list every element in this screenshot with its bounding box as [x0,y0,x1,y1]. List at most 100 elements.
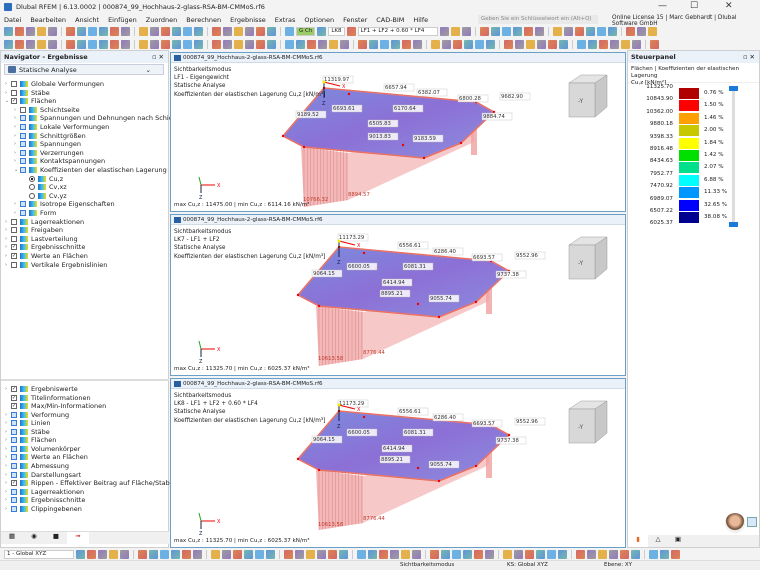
legend-slider-track[interactable] [732,89,735,225]
legend-color-swatch[interactable] [679,174,699,186]
toolbar-tool-icon[interactable] [587,549,596,559]
tab-camera-icon[interactable]: ■ [45,532,67,544]
toolbar-tool-icon[interactable] [296,39,305,49]
legend-toggle-icon[interactable] [747,517,757,527]
status-mode[interactable]: Sichtbarkeitsmodus [400,562,454,568]
toolbar-tool-icon[interactable] [267,26,276,36]
toolbar-tool-icon[interactable] [183,39,192,49]
checkbox[interactable] [11,428,17,435]
toolbar-tool-icon[interactable] [256,39,265,49]
toolbar-tool-icon[interactable] [150,39,159,49]
checkbox[interactable] [11,497,17,504]
toolbar-tool-icon[interactable] [464,39,473,49]
toolbar-tool-icon[interactable] [110,39,119,49]
menu-optionen[interactable]: Optionen [304,16,334,24]
toolbar-tool-icon[interactable] [139,26,148,36]
toolbar-tool-icon[interactable] [194,26,203,36]
tree-item[interactable]: › Clippingebenen [5,505,82,513]
toolbar-tool-icon[interactable] [461,26,471,36]
toolbar-tool-icon[interactable] [574,26,584,36]
toolbar-tool-icon[interactable] [285,39,294,49]
toolbar-tool-icon[interactable] [255,549,264,559]
toolbar-tool-icon[interactable] [475,39,484,49]
checkbox[interactable] [11,411,17,418]
tab-export-icon[interactable]: ▣ [668,535,688,547]
toolbar-tool-icon[interactable] [329,39,338,49]
toolbar-tool-icon[interactable] [358,39,367,49]
toolbar-tool-icon[interactable] [357,549,366,559]
toolbar-tool-icon[interactable] [649,549,658,559]
toolbar-tool-icon[interactable] [138,549,147,559]
toolbar-tool-icon[interactable] [452,549,461,559]
legend-color-swatch[interactable] [679,187,699,199]
toolbar-tool-icon[interactable] [245,26,254,36]
toolbar-tool-icon[interactable] [317,26,327,36]
toolbar-tool-icon[interactable] [212,26,221,36]
toolbar-tool-icon[interactable] [245,39,254,49]
toolbar-tool-icon[interactable] [588,39,597,49]
toolbar-tool-icon[interactable] [149,549,158,559]
toolbar-tool-icon[interactable] [523,26,533,36]
toolbar-tool-icon[interactable] [306,549,315,559]
toolbar-tool-icon[interactable] [110,26,119,36]
toolbar-tool-icon[interactable] [490,26,500,36]
toolbar-tool-icon[interactable] [266,549,275,559]
toolbar-tool-icon[interactable] [369,39,378,49]
tree-item[interactable]: › Ergebnisschnitte [5,496,85,504]
toolbar-tool-icon[interactable] [559,39,568,49]
result-viewport[interactable]: 000874_99_Hochhaus-2-glass-RSA-BM-CMMoS.… [170,52,626,212]
legend-color-swatch[interactable] [679,212,699,223]
toolbar-tool-icon[interactable] [15,26,24,36]
checkbox[interactable]: ✓ [11,480,17,487]
toolbar-tool-icon[interactable] [442,39,451,49]
toolbar-tool-icon[interactable] [26,39,35,49]
toolbar-tool-icon[interactable] [121,26,130,36]
toolbar-tool-icon[interactable] [161,39,170,49]
toolbar-tool-icon[interactable] [671,549,680,559]
checkbox[interactable] [11,505,17,512]
legend-slider-top-handle[interactable] [729,86,738,91]
toolbar-tool-icon[interactable] [340,39,349,49]
toolbar-tool-icon[interactable] [431,39,440,49]
menu-ergebnisse[interactable]: Ergebnisse [230,16,266,24]
tab-data-icon[interactable]: ▦ [1,532,23,544]
toolbar-tool-icon[interactable] [4,26,13,36]
toolbar-tool-icon[interactable] [526,39,535,49]
result-viewport[interactable]: 000874_99_Hochhaus-2-glass-RSA-BM-CMMoS.… [170,214,626,376]
legend-color-swatch[interactable] [679,88,699,99]
tree-item[interactable]: › Darstellungsart [5,471,81,479]
menu-fenster[interactable]: Fenster [343,16,367,24]
toolbar-tool-icon[interactable] [636,26,646,36]
toolbar-tool-icon[interactable] [194,39,203,49]
toolbar-tool-icon[interactable] [182,549,191,559]
toolbar-tool-icon[interactable] [15,39,24,49]
tab-filter-icon[interactable]: △ [648,535,668,547]
toolbar-tool-icon[interactable] [77,39,86,49]
toolbar-tool-icon[interactable] [610,39,619,49]
tab-results-icon[interactable]: ➟ [67,532,89,544]
checkbox[interactable] [11,420,17,427]
toolbar-tool-icon[interactable] [88,39,97,49]
tree-item[interactable]: › Lagerreaktionen [5,488,84,496]
toolbar-tool-icon[interactable] [650,39,659,49]
toolbar-tool-icon[interactable] [379,549,388,559]
toolbar-tool-icon[interactable] [4,39,13,49]
menu-bearbeiten[interactable]: Bearbeiten [30,16,66,24]
toolbar-tool-icon[interactable] [48,39,57,49]
legend-color-swatch[interactable] [679,100,699,112]
toolbar-tool-icon[interactable] [402,39,411,49]
toolbar-tool-icon[interactable] [380,39,389,49]
toolbar-tool-icon[interactable] [295,549,304,559]
toolbar-tool-icon[interactable] [503,549,512,559]
toolbar-tool-icon[interactable] [99,39,108,49]
toolbar-tool-icon[interactable] [98,549,107,559]
toolbar-tool-icon[interactable] [307,39,316,49]
toolbar-tool-icon[interactable] [391,39,400,49]
tree-item[interactable]: › Linien [5,419,50,427]
view-cube[interactable]: -Y [568,400,608,444]
toolbar-tool-icon[interactable] [598,549,607,559]
toolbar-tool-icon[interactable] [87,549,96,559]
status-plane[interactable]: Ebene: XY [604,562,632,568]
toolbar-tool-icon[interactable] [534,26,544,36]
toolbar-tool-icon[interactable] [463,549,472,559]
